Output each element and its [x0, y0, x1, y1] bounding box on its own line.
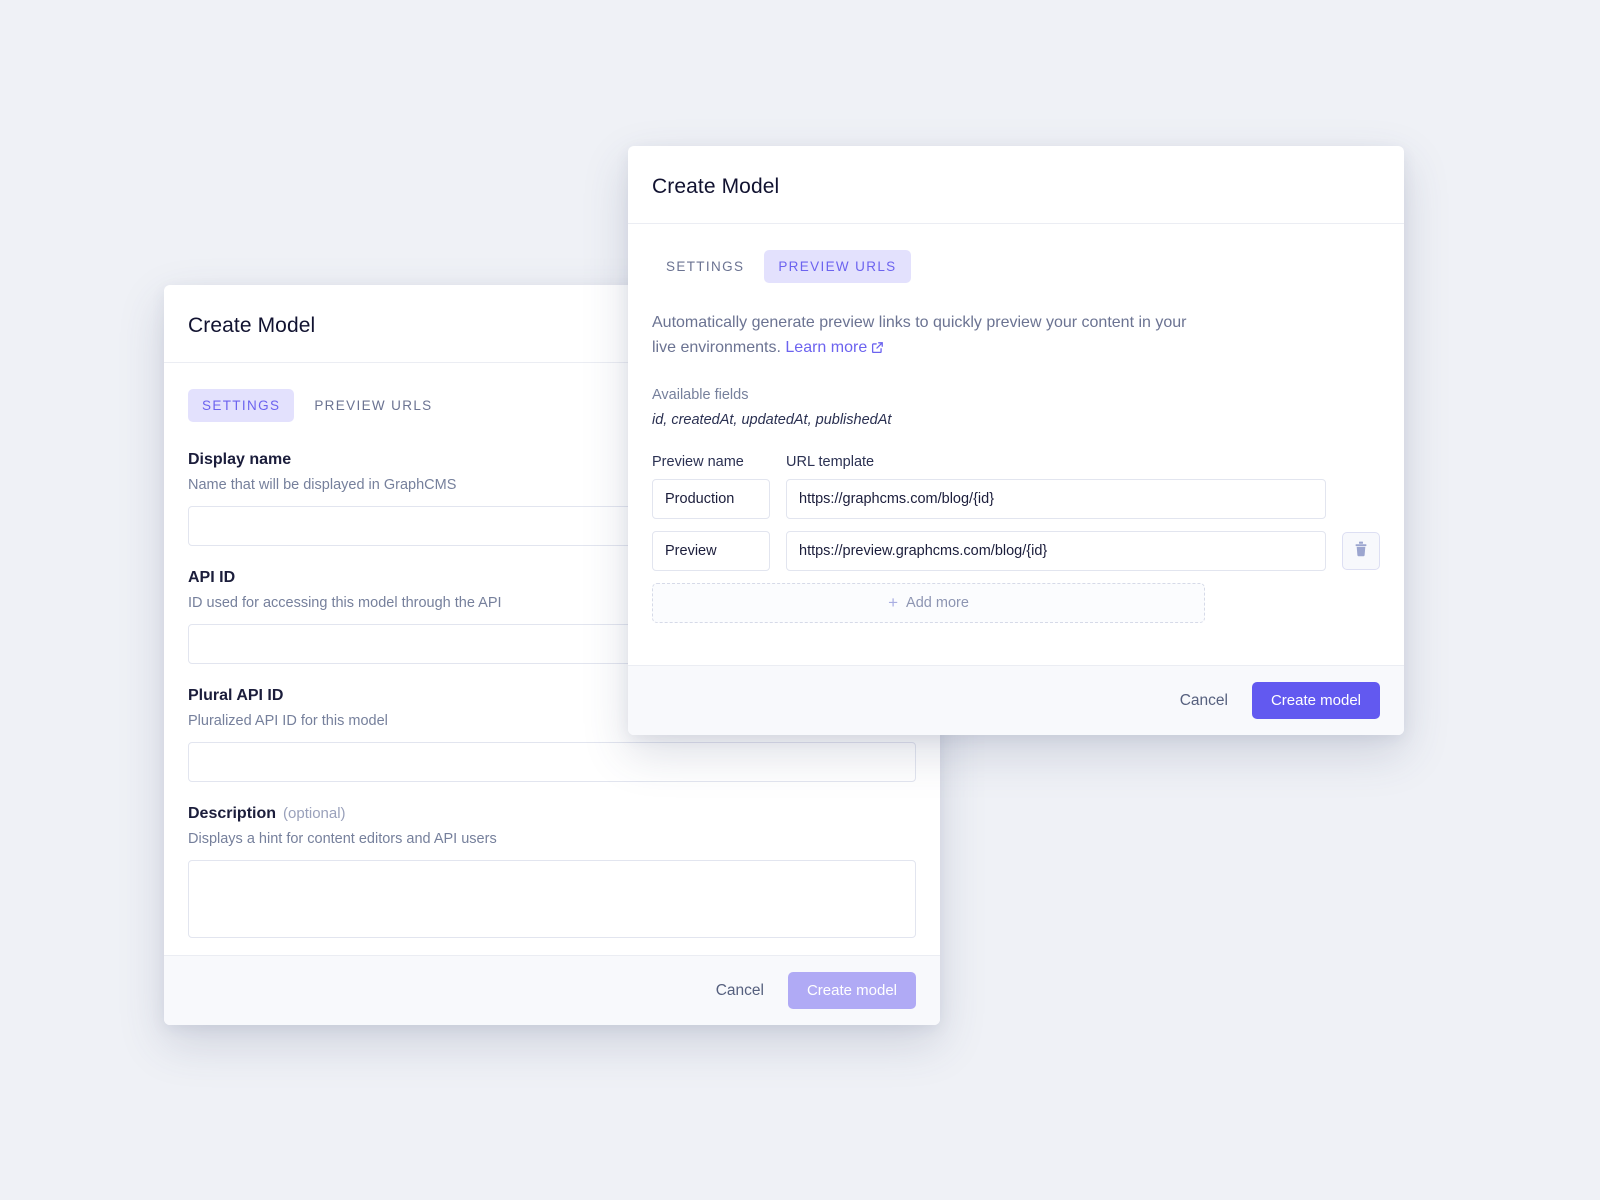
create-model-button[interactable]: Create model — [1251, 682, 1380, 719]
preview-urls-description: Automatically generate preview links to … — [652, 311, 1197, 363]
field-optional-tag: (optional) — [283, 805, 346, 823]
table-row — [652, 530, 1380, 571]
trash-icon — [1354, 541, 1368, 560]
preview-urls-description-text: Automatically generate preview links to … — [652, 314, 1187, 356]
field-label-description: Description (optional) — [188, 804, 916, 823]
create-model-dialog-preview-urls: Create Model SETTINGS PREVIEW URLS Autom… — [628, 146, 1404, 735]
add-more-button[interactable]: + Add more — [652, 582, 1205, 623]
url-template-input-preview[interactable] — [786, 530, 1326, 571]
field-label-text: Description — [188, 805, 277, 823]
dialog-header-preview-urls: Create Model — [628, 146, 1404, 224]
add-more-label: Add more — [906, 594, 969, 611]
cancel-button[interactable]: Cancel — [702, 973, 778, 1009]
plural-api-id-input[interactable] — [188, 742, 916, 783]
description-textarea[interactable] — [188, 860, 916, 939]
plus-icon: + — [888, 593, 899, 613]
tab-preview-urls[interactable]: PREVIEW URLS — [300, 389, 446, 422]
preview-name-input-production[interactable] — [652, 478, 770, 519]
column-header-url-template: URL template — [786, 453, 875, 470]
tablist-preview-dialog: SETTINGS PREVIEW URLS — [652, 250, 1380, 283]
url-table-header: Preview name URL template — [652, 454, 1380, 470]
available-fields-value: id, createdAt, updatedAt, publishedAt — [652, 411, 892, 428]
cancel-button[interactable]: Cancel — [1166, 683, 1242, 719]
create-model-button[interactable]: Create model — [787, 972, 916, 1009]
table-row — [652, 478, 1380, 519]
learn-more-link[interactable]: Learn more — [785, 339, 884, 356]
row-action-spacer — [1342, 480, 1380, 518]
tab-settings[interactable]: SETTINGS — [188, 389, 295, 422]
external-link-icon — [871, 338, 884, 363]
available-fields-label: Available fields — [652, 386, 749, 403]
learn-more-label: Learn more — [785, 338, 868, 356]
app-background: Create Model SETTINGS PREVIEW URLS Displ… — [0, 0, 1600, 1200]
field-label-text: API ID — [188, 569, 236, 587]
dialog-footer-settings: Cancel Create model — [164, 955, 940, 1025]
column-header-preview-name: Preview name — [652, 453, 744, 470]
page-title: Create Model — [652, 175, 780, 198]
field-label-text: Display name — [188, 451, 292, 468]
tab-settings[interactable]: SETTINGS — [652, 250, 758, 283]
field-description: Description (optional) Displays a hint f… — [188, 804, 916, 939]
url-template-input-production[interactable] — [786, 478, 1326, 519]
field-hint-description: Displays a hint for content editors and … — [188, 831, 497, 848]
dialog-body-preview-urls: SETTINGS PREVIEW URLS Automatically gene… — [628, 224, 1404, 665]
field-label-text: Plural API ID — [188, 687, 284, 705]
delete-row-button[interactable] — [1342, 531, 1380, 570]
dialog-footer-preview-urls: Cancel Create model — [628, 665, 1404, 735]
tab-preview-urls[interactable]: PREVIEW URLS — [764, 250, 911, 283]
preview-name-input-preview[interactable] — [652, 530, 770, 571]
